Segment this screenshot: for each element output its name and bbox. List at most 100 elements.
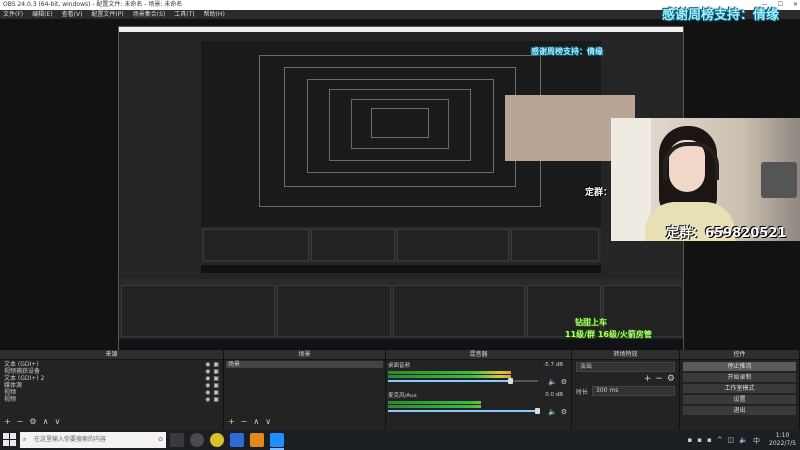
menu-file[interactable]: 文件(F) — [3, 10, 23, 19]
recursion-frame — [371, 108, 429, 138]
speaker-icon[interactable]: 🔈 — [548, 378, 557, 386]
gear-icon[interactable]: ⚙ — [29, 417, 36, 426]
tray-app-icon[interactable]: ▪ — [707, 436, 712, 446]
speaker-icon[interactable]: 🔈 — [548, 408, 557, 416]
remove-icon[interactable]: − — [17, 417, 24, 426]
transitions-title: 转场特效 — [572, 350, 679, 360]
menu-tools[interactable]: 工具(T) — [174, 10, 194, 19]
taskbar-clock[interactable]: 1:10 2022/7/5 — [769, 432, 796, 448]
clock-date: 2022/7/5 — [769, 440, 796, 447]
scenes-list: 场景 — [226, 361, 383, 368]
eye-icon[interactable]: ◉ — [205, 396, 210, 403]
lock-icon[interactable]: ▣ — [213, 375, 219, 382]
volume-slider[interactable] — [388, 408, 540, 414]
nested-group-overlay: 定群： — [585, 188, 613, 198]
add-icon[interactable]: + — [228, 417, 235, 426]
nested-title-bar — [119, 27, 683, 32]
scene-item[interactable]: 场景 — [226, 361, 383, 368]
source-item[interactable]: 视频 ◉ ▣ — [2, 396, 221, 403]
sources-list: 文本 (GDI+) ◉ ▣ 视频捕获设备 ◉ ▣ 文本 (GDI+) 2 ◉ ▣ 媒体源 ◉ ▣… — [2, 361, 221, 403]
source-label: 文本 (GDI+) 2 — [4, 375, 45, 382]
chevron-up-icon[interactable]: ^ — [717, 436, 723, 446]
source-item[interactable]: 媒体源 ◉ ▣ — [2, 382, 221, 389]
studio-mode-button[interactable]: 工作室模式 — [683, 384, 796, 393]
menu-scene-collection[interactable]: 场景集合(S) — [133, 10, 166, 19]
system-tray: ▪ ▪ ▪ ^ ◫ 🔈 中 — [688, 436, 760, 446]
eye-icon[interactable]: ◉ — [205, 382, 210, 389]
channel-icons: 🔈 ⚙ — [548, 378, 567, 386]
mixer-channel-mic: 麦克风/Aux 0.0 dB 🔈 ⚙ — [388, 392, 569, 418]
search-placeholder: 在这里输入你要搜索的内容 — [34, 436, 107, 443]
move-down-icon[interactable]: ∨ — [54, 417, 60, 426]
settings-button[interactable]: 设置 — [683, 395, 796, 404]
channel-icons: 🔈 ⚙ — [548, 408, 567, 416]
transition-buttons: + − ⚙ — [572, 374, 679, 384]
scenes-toolbar: + − ∧ ∨ — [228, 417, 271, 426]
gear-icon[interactable]: ⚙ — [667, 374, 675, 384]
nested-thanks-overlay: 感谢周榜支持：倩缘 — [531, 47, 603, 56]
source-item[interactable]: 文本 (GDI+) 2 ◉ ▣ — [2, 375, 221, 382]
tray-app-icon[interactable]: ▪ — [697, 436, 702, 446]
tray-app-icon[interactable]: ▪ — [688, 436, 693, 446]
stop-streaming-button[interactable]: 停止推流 — [683, 362, 796, 371]
menu-edit[interactable]: 编辑(E) — [32, 10, 52, 19]
add-icon[interactable]: + — [644, 374, 652, 384]
orange-app-icon[interactable] — [250, 433, 264, 447]
menu-profile[interactable]: 配置文件(P) — [91, 10, 123, 19]
volume-slider[interactable] — [388, 378, 538, 384]
start-recording-button[interactable]: 开始录制 — [683, 373, 796, 382]
move-up-icon[interactable]: ∧ — [43, 417, 49, 426]
store-app-icon[interactable] — [230, 433, 244, 447]
preview-canvas[interactable]: 感谢周榜支持：倩缘 定群： 钻甜上车 11级/群 16级/火箭房管 感谢周榜支持… — [0, 8, 800, 428]
channel-db: 0.0 dB — [545, 392, 563, 398]
yellow-circle-app-icon[interactable] — [210, 433, 224, 447]
background-shelf — [611, 118, 651, 241]
add-icon[interactable]: + — [4, 417, 11, 426]
obs-app-icon[interactable] — [170, 433, 184, 447]
source-item[interactable]: 视频 ◉ ▣ — [2, 389, 221, 396]
gear-icon[interactable]: ⚙ — [561, 408, 567, 416]
lock-icon[interactable]: ▣ — [213, 368, 219, 375]
eye-icon[interactable]: ◉ — [205, 389, 210, 396]
transition-select[interactable]: 淡出 — [576, 362, 675, 372]
record-app-icon[interactable] — [190, 433, 204, 447]
menu-view[interactable]: 查看(V) — [62, 10, 83, 19]
group-number-overlay: 定群：659820521 — [666, 226, 787, 241]
windows-start-icon[interactable] — [3, 433, 17, 447]
exit-button[interactable]: 退出 — [683, 406, 796, 415]
duration-label: 时长 — [576, 388, 589, 396]
eye-icon[interactable]: ◉ — [205, 375, 210, 382]
source-item[interactable]: 视频捕获设备 ◉ ▣ — [2, 368, 221, 375]
remove-icon[interactable]: − — [241, 417, 248, 426]
lock-icon[interactable]: ▣ — [213, 382, 219, 389]
move-down-icon[interactable]: ∨ — [265, 417, 271, 426]
volume-knob[interactable] — [535, 408, 540, 414]
scenes-dock: 场景 场景 + − ∧ ∨ — [224, 350, 386, 430]
duration-input[interactable]: 300 ms — [592, 386, 675, 396]
transition-type-row: 淡出 — [572, 362, 679, 372]
eye-icon[interactable]: ◉ — [205, 361, 210, 368]
dock-area: 来源 文本 (GDI+) ◉ ▣ 视频捕获设备 ◉ ▣ 文本 (GDI+) 2 ◉ ▣ 媒体… — [0, 350, 800, 430]
gear-icon[interactable]: ⚙ — [561, 378, 567, 386]
source-label: 视频 — [4, 389, 17, 396]
taskbar-search[interactable]: ⌕ 在这里输入你要搜索的内容 ✿ — [20, 432, 166, 448]
channel-db: -5.7 dB — [543, 362, 563, 368]
nested-mixer-dock — [397, 229, 509, 261]
network-icon[interactable]: ◫ — [728, 436, 735, 446]
remove-icon[interactable]: − — [655, 374, 663, 384]
channel-name: 桌面音频 — [388, 363, 411, 369]
eye-icon[interactable]: ◉ — [205, 368, 210, 375]
thanks-overlay: 感谢周榜支持：倩缘 — [662, 8, 780, 23]
menu-help[interactable]: 帮助(H) — [204, 10, 225, 19]
lock-icon[interactable]: ▣ — [213, 361, 219, 368]
volume-icon[interactable]: 🔈 — [739, 436, 748, 446]
close-button[interactable]: ✕ — [793, 0, 798, 10]
move-up-icon[interactable]: ∧ — [253, 417, 259, 426]
controls-dock: 控件 停止推流 开始录制 工作室模式 设置 退出 — [680, 350, 800, 430]
volume-knob[interactable] — [508, 378, 513, 384]
source-item[interactable]: 文本 (GDI+) ◉ ▣ — [2, 361, 221, 368]
ime-icon[interactable]: 中 — [753, 436, 760, 446]
lock-icon[interactable]: ▣ — [213, 389, 219, 396]
lock-icon[interactable]: ▣ — [213, 396, 219, 403]
check-app-icon[interactable] — [270, 433, 284, 447]
